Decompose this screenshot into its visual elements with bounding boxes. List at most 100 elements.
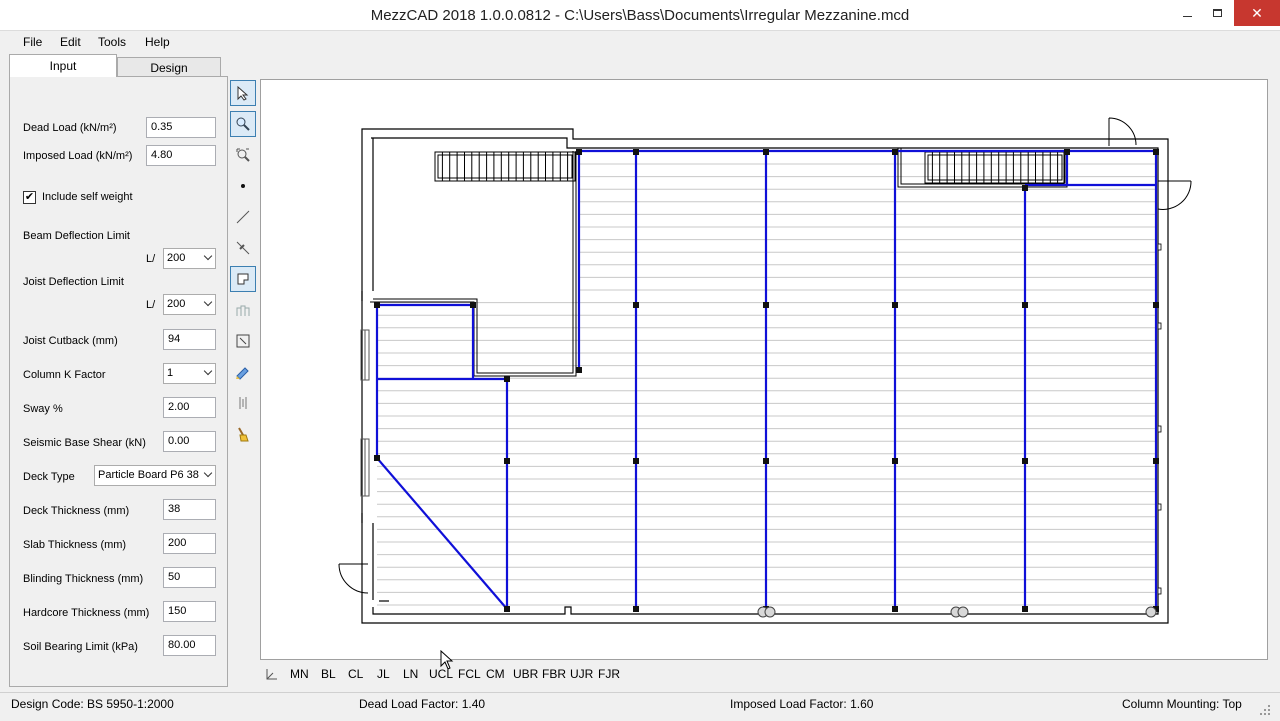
imposed-load-label: Imposed Load (kN/m²): [23, 150, 133, 162]
column-marker: [1022, 185, 1028, 191]
view-toggle-ubr[interactable]: UBR: [513, 667, 538, 681]
columns-tool-button[interactable]: [230, 297, 256, 323]
blinding-label: Blinding Thickness (mm): [23, 573, 144, 585]
column-marker: [504, 606, 510, 612]
dead-load-input[interactable]: 0.35: [146, 117, 216, 138]
column-marker: [633, 302, 639, 308]
soil-label: Soil Bearing Limit (kPa): [23, 641, 138, 653]
column-k-label: Column K Factor: [23, 369, 106, 381]
view-toggle-fjr[interactable]: FJR: [598, 667, 620, 681]
joist-deflection-label: Joist Deflection Limit: [23, 276, 124, 288]
beam-line: [376, 457, 508, 610]
column-marker: [1153, 149, 1159, 155]
imposed-load-input[interactable]: 4.80: [146, 145, 216, 166]
zoom-tool-button[interactable]: [230, 111, 256, 137]
axis-icon[interactable]: [265, 667, 279, 681]
align-tool-button[interactable]: [230, 390, 256, 416]
column-marker: [374, 455, 380, 461]
view-toggle-cl[interactable]: CL: [348, 667, 363, 681]
self-weight-checkbox[interactable]: ✔: [23, 191, 36, 204]
column-marker: [374, 302, 380, 308]
soil-input[interactable]: 80.00: [163, 635, 216, 656]
baseplate-markers: [757, 606, 1157, 618]
magnifier-icon: [236, 117, 250, 131]
menu-file[interactable]: File: [23, 35, 42, 49]
deck-type-value: Particle Board P6 38: [98, 469, 199, 481]
cursor-icon: [440, 650, 454, 670]
line-tool-button[interactable]: [230, 204, 256, 230]
chevron-down-icon: [203, 366, 213, 376]
point-tool-button[interactable]: [230, 173, 256, 199]
deck-thickness-input[interactable]: 38: [163, 499, 216, 520]
column-marker: [892, 149, 898, 155]
wall-stud: [1157, 587, 1162, 595]
column-marker: [576, 367, 582, 373]
beam-deflection-select[interactable]: 200: [163, 248, 216, 269]
dead-load-label: Dead Load (kN/m²): [23, 122, 117, 134]
deck-type-select[interactable]: Particle Board P6 38: [94, 465, 216, 486]
zoom-extents-icon: [236, 148, 250, 162]
blinding-input[interactable]: 50: [163, 567, 216, 588]
joist-cutback-input[interactable]: 94: [163, 329, 216, 350]
area-tool-button[interactable]: [230, 266, 256, 292]
column-marker: [633, 606, 639, 612]
dimension-tool-button[interactable]: [230, 235, 256, 261]
opening-tool-button[interactable]: [230, 328, 256, 354]
clean-tool-button[interactable]: [230, 421, 256, 447]
beam-lines: [375, 149, 1158, 610]
window-title: MezzCAD 2018 1.0.0.0812 - C:\Users\Bass\…: [370, 7, 910, 24]
column-markers: [374, 149, 1162, 612]
wall-stud: [1157, 243, 1162, 251]
sway-input[interactable]: 2.00: [163, 397, 216, 418]
column-marker: [504, 376, 510, 382]
zoom-extents-button[interactable]: [230, 142, 256, 168]
hardcore-label: Hardcore Thickness (mm): [23, 607, 150, 619]
slab-thickness-input[interactable]: 200: [163, 533, 216, 554]
view-toggle-cm[interactable]: CM: [486, 667, 505, 681]
menu-help[interactable]: Help: [145, 35, 170, 49]
view-toggle-jl[interactable]: JL: [377, 667, 390, 681]
close-button[interactable]: ✕: [1234, 0, 1280, 26]
column-k-select[interactable]: 1: [163, 363, 216, 384]
wall-stud: [1157, 503, 1162, 511]
column-marker: [1022, 458, 1028, 464]
resize-grip-icon[interactable]: [1260, 705, 1272, 717]
view-toggle-fbr[interactable]: FBR: [542, 667, 566, 681]
self-weight-label: Include self weight: [42, 191, 133, 203]
seismic-label: Seismic Base Shear (kN): [23, 437, 146, 449]
columns-icon: [236, 305, 250, 316]
joist-l-prefix: L/: [146, 299, 156, 311]
mezzanine-plan[interactable]: [261, 80, 1267, 659]
chevron-down-icon: [203, 468, 213, 478]
menu-tools[interactable]: Tools: [98, 35, 126, 49]
broom-icon: [238, 427, 249, 442]
view-toggle-mn[interactable]: MN: [290, 667, 309, 681]
dimension-icon: [236, 241, 250, 255]
tab-input[interactable]: Input: [9, 54, 117, 77]
title-bar: MezzCAD 2018 1.0.0.0812 - C:\Users\Bass\…: [0, 0, 1280, 31]
tab-design[interactable]: Design: [117, 57, 221, 78]
minimize-button[interactable]: [1170, 0, 1204, 26]
view-toggle-ln[interactable]: LN: [403, 667, 418, 681]
menu-edit[interactable]: Edit: [60, 35, 81, 49]
void-outline: [370, 148, 1068, 377]
dot-icon: [241, 184, 245, 188]
column-marker: [1153, 302, 1159, 308]
maximize-button[interactable]: [1200, 0, 1234, 26]
status-bar: Design Code: BS 5950-1:2000 Dead Load Fa…: [0, 692, 1280, 721]
paint-tool-button[interactable]: [230, 359, 256, 385]
chevron-down-icon: [203, 297, 213, 307]
column-marker: [1153, 458, 1159, 464]
view-toggle-ujr[interactable]: UJR: [570, 667, 593, 681]
view-toggle-bl[interactable]: BL: [321, 667, 336, 681]
pointer-icon: [237, 85, 249, 101]
select-tool-button[interactable]: [230, 80, 256, 106]
hardcore-input[interactable]: 150: [163, 601, 216, 622]
drawing-canvas[interactable]: [260, 79, 1268, 660]
joist-deflection-value: 200: [167, 298, 186, 310]
view-toggle-fcl[interactable]: FCL: [458, 667, 481, 681]
joist-deflection-select[interactable]: 200: [163, 294, 216, 315]
column-marker: [470, 302, 476, 308]
seismic-input[interactable]: 0.00: [163, 431, 216, 452]
sway-label: Sway %: [23, 403, 63, 415]
